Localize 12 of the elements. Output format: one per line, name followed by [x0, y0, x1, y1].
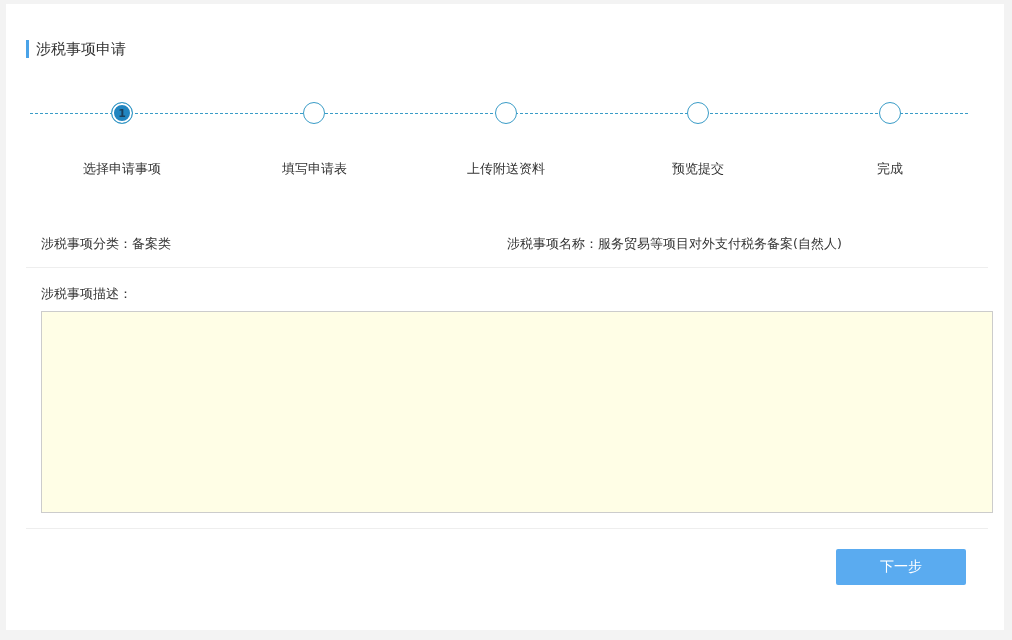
next-step-button[interactable]: 下一步 — [836, 549, 966, 585]
step-label: 上传附送资料 — [467, 160, 545, 178]
step-marker: 1 — [111, 102, 133, 124]
item-name-text: 涉税事项名称：服务贸易等项目对外支付税务备案(自然人) — [507, 236, 842, 253]
page-title: 涉税事项申请 — [26, 40, 1004, 58]
category-text: 涉税事项分类：备案类 — [41, 236, 172, 253]
step-label: 完成 — [877, 160, 903, 178]
step-label: 填写申请表 — [281, 160, 347, 178]
description-label: 涉税事项描述： — [40, 286, 133, 303]
step-label: 选择申请事项 — [83, 160, 161, 178]
step-label: 预览提交 — [672, 160, 724, 178]
description-field[interactable] — [41, 311, 993, 513]
